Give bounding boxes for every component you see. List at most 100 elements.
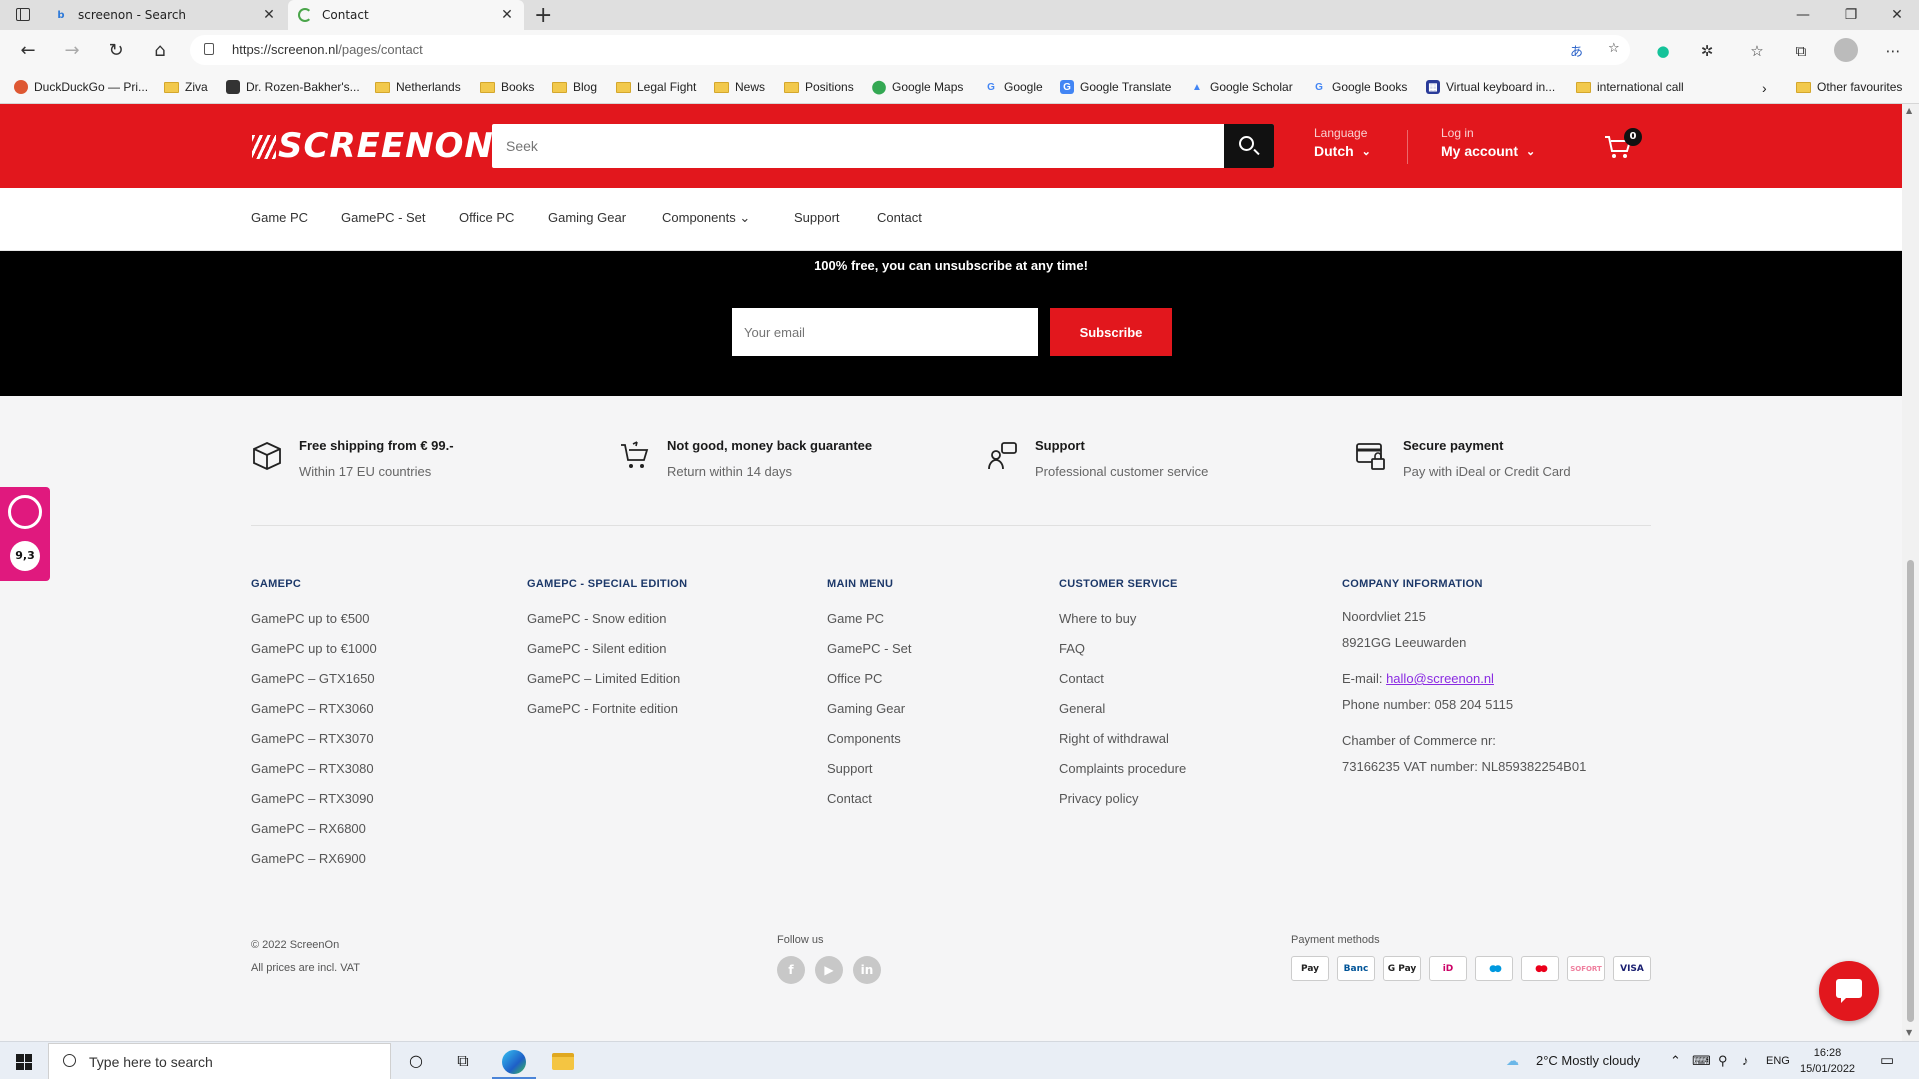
tab-contact[interactable]: Contact ✕ (288, 0, 524, 30)
footer-link[interactable]: Right of withdrawal (1059, 724, 1186, 754)
footer-link[interactable]: Privacy policy (1059, 784, 1186, 814)
favourite-google-scholar[interactable]: ▲ Google Scholar (1190, 80, 1293, 94)
keyboard-icon[interactable]: ⌨ (1692, 1053, 1711, 1069)
footer-link[interactable]: Contact (827, 784, 912, 814)
cortana-icon[interactable]: ○ (404, 1050, 428, 1072)
subscribe-button[interactable]: Subscribe (1050, 308, 1172, 356)
volume-icon[interactable]: ♪ (1742, 1053, 1749, 1068)
nav-game-pc[interactable]: Game PC (251, 210, 308, 225)
footer-link[interactable]: Complaints procedure (1059, 754, 1186, 784)
tab-actions-icon[interactable] (16, 8, 30, 21)
tab-screenon-search[interactable]: b screenon - Search ✕ (44, 0, 286, 30)
new-tab-button[interactable]: + (534, 3, 552, 28)
favourite-blog[interactable]: Blog (552, 80, 597, 94)
nav-contact[interactable]: Contact (877, 210, 922, 225)
start-button[interactable] (16, 1054, 32, 1070)
footer-link[interactable]: Office PC (827, 664, 912, 694)
favourite-ziva[interactable]: Ziva (164, 80, 208, 94)
weather-icon[interactable]: ☁ (1506, 1053, 1519, 1069)
favourite-international-call[interactable]: international call (1576, 80, 1684, 94)
footer-link[interactable]: GamePC – GTX1650 (251, 664, 377, 694)
other-favourites[interactable]: Other favourites (1796, 80, 1902, 94)
footer-link[interactable]: GamePC – RTX3090 (251, 784, 377, 814)
footer-link[interactable]: General (1059, 694, 1186, 724)
footer-link[interactable]: GamePC - Snow edition (527, 604, 687, 634)
footer-link[interactable]: Contact (1059, 664, 1186, 694)
chevron-up-icon[interactable]: ⌃ (1670, 1053, 1681, 1069)
footer-link[interactable]: GamePC – RX6900 (251, 844, 377, 874)
footer-link[interactable]: Gaming Gear (827, 694, 912, 724)
profile-avatar[interactable] (1834, 38, 1858, 62)
close-window-button[interactable]: ✕ (1875, 0, 1919, 30)
extensions-icon[interactable]: ✲ (1696, 40, 1718, 62)
clock[interactable]: 16:28 15/01/2022 (1800, 1045, 1855, 1077)
more-favourites-chevron-icon[interactable]: › (1762, 80, 1767, 96)
scroll-up-icon[interactable]: ▲ (1906, 106, 1912, 115)
footer-link[interactable]: GamePC - Fortnite edition (527, 694, 687, 724)
nav-office-pc[interactable]: Office PC (459, 210, 514, 225)
nav-support[interactable]: Support (794, 210, 840, 225)
company-email-link[interactable]: hallo@screenon.nl (1386, 671, 1494, 686)
site-logo[interactable]: SCREENON (252, 126, 494, 166)
nav-gamepc-set[interactable]: GamePC - Set (341, 210, 426, 225)
favourite-virtual-keyboard[interactable]: ▦ Virtual keyboard in... (1426, 80, 1555, 94)
close-tab-icon[interactable]: ✕ (498, 7, 516, 23)
favourite-google-translate[interactable]: G Google Translate (1060, 80, 1171, 94)
network-icon[interactable]: ⚲ (1718, 1053, 1728, 1069)
footer-link[interactable]: Game PC (827, 604, 912, 634)
home-button[interactable]: ⌂ (148, 39, 172, 63)
notification-icon[interactable]: ▭ (1880, 1051, 1894, 1069)
favourite-rozen-bakher[interactable]: Dr. Rozen-Bakher's... (226, 80, 360, 94)
favourite-legal-fight[interactable]: Legal Fight (616, 80, 696, 94)
search-input[interactable] (492, 124, 1224, 168)
account-selector[interactable]: Log in My account ⌄ (1441, 126, 1535, 159)
footer-link[interactable]: GamePC - Silent edition (527, 634, 687, 664)
chat-button[interactable] (1819, 961, 1879, 1021)
footer-link[interactable]: GamePC - Set (827, 634, 912, 664)
url-text[interactable]: https://screenon.nl/pages/contact (232, 42, 423, 57)
page-scrollbar[interactable]: ▲ ▼ (1902, 104, 1919, 1041)
rating-widget[interactable]: 9,3 (0, 487, 50, 581)
scroll-down-icon[interactable]: ▼ (1906, 1028, 1912, 1037)
edge-icon[interactable] (502, 1050, 526, 1074)
favourite-google-books[interactable]: G Google Books (1312, 80, 1407, 94)
collections-icon[interactable]: ⧉ (1790, 40, 1812, 62)
language-indicator[interactable]: ENG (1766, 1055, 1790, 1067)
refresh-button[interactable]: ↻ (104, 39, 128, 63)
favourite-netherlands[interactable]: Netherlands (375, 80, 461, 94)
youtube-icon[interactable]: ▶ (815, 956, 843, 984)
favourite-positions[interactable]: Positions (784, 80, 854, 94)
nav-gaming-gear[interactable]: Gaming Gear (548, 210, 626, 225)
facebook-icon[interactable]: f (777, 956, 805, 984)
read-aloud-icon[interactable]: あ (1570, 41, 1583, 60)
favourite-books[interactable]: Books (480, 80, 534, 94)
linkedin-icon[interactable]: in (853, 956, 881, 984)
add-favourite-icon[interactable]: ☆ (1608, 41, 1620, 56)
footer-link[interactable]: Components (827, 724, 912, 754)
email-field[interactable] (732, 308, 1038, 356)
weather-text[interactable]: 2°C Mostly cloudy (1536, 1053, 1640, 1068)
search-button[interactable] (1224, 124, 1274, 168)
favourite-google-maps[interactable]: ⬤ Google Maps (872, 79, 964, 94)
favourite-google[interactable]: G Google (984, 80, 1043, 94)
favourite-duckduckgo[interactable]: DuckDuckGo — Pri... (14, 80, 148, 94)
footer-link[interactable]: GamePC – Limited Edition (527, 664, 687, 694)
favourite-news[interactable]: News (714, 80, 765, 94)
grammarly-icon[interactable]: ● (1652, 40, 1674, 62)
taskbar-search[interactable]: Type here to search (48, 1043, 391, 1079)
footer-link[interactable]: FAQ (1059, 634, 1186, 664)
restore-button[interactable]: ❐ (1829, 0, 1873, 30)
lock-icon[interactable] (204, 43, 214, 55)
footer-link[interactable]: GamePC – RTX3080 (251, 754, 377, 784)
footer-link[interactable]: GamePC – RX6800 (251, 814, 377, 844)
forward-button[interactable]: → (60, 39, 84, 63)
minimize-button[interactable]: — (1781, 0, 1825, 30)
task-view-icon[interactable]: ⧉ (451, 1050, 475, 1072)
scroll-thumb[interactable] (1907, 560, 1914, 1022)
more-menu-icon[interactable]: ⋯ (1882, 40, 1904, 62)
address-bar[interactable]: https://screenon.nl/pages/contact あ ☆ (190, 35, 1630, 65)
back-button[interactable]: ← (16, 39, 40, 63)
language-selector[interactable]: Language Dutch ⌄ (1314, 126, 1371, 159)
favourites-icon[interactable]: ☆ (1746, 40, 1768, 62)
file-explorer-icon[interactable] (552, 1053, 574, 1070)
